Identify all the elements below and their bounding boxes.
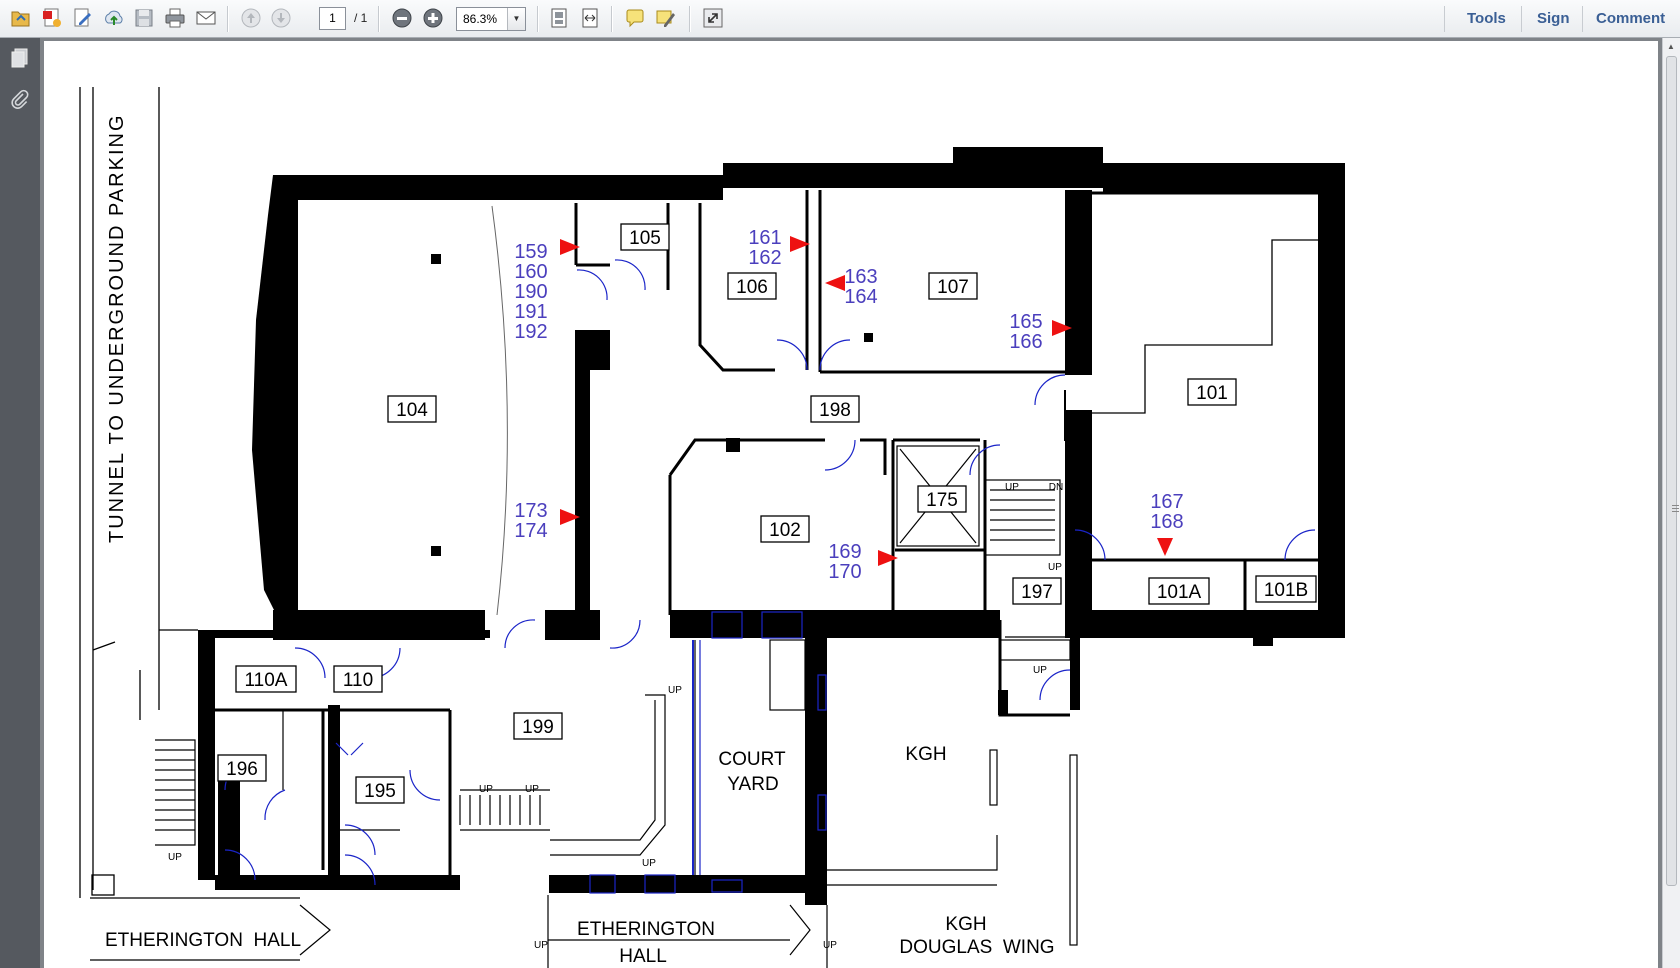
full-screen-icon[interactable] — [700, 5, 726, 31]
upload-icon[interactable] — [101, 5, 127, 31]
room-number: 101 — [1196, 383, 1228, 404]
stair-up-label: UP — [668, 685, 682, 696]
scroll-up-icon[interactable]: ▲ — [1667, 42, 1675, 51]
camera-number: 160 — [514, 261, 547, 283]
tunnel-walls — [79, 87, 198, 898]
fit-width-icon[interactable] — [577, 5, 603, 31]
stair-up-label: UP — [525, 784, 539, 795]
camera-number: 159 — [514, 241, 547, 263]
room-number: 101A — [1157, 582, 1202, 603]
camera-number: 190 — [514, 281, 547, 303]
room-number: 110A — [245, 670, 288, 691]
zoom-in-icon[interactable] — [420, 5, 446, 31]
camera-marker-icon — [825, 275, 845, 291]
camera-number: 168 — [1150, 511, 1183, 533]
etherington-hall-label-2: HALL — [619, 946, 667, 967]
stair-up-label: UP — [168, 852, 182, 863]
court-yard-label-2: YARD — [727, 774, 778, 795]
comment-icon[interactable] — [622, 5, 648, 31]
camera-number: 169 — [828, 541, 861, 563]
stair-up-label: UP — [823, 940, 837, 951]
save-icon[interactable] — [131, 5, 157, 31]
room-number: 101B — [1264, 580, 1308, 601]
stair-dn-label: DN — [1049, 482, 1063, 493]
room-number: 195 — [364, 781, 396, 802]
page-number-input[interactable]: 1 — [319, 7, 346, 30]
print-icon[interactable] — [162, 5, 188, 31]
camera-number: 163 — [844, 266, 877, 288]
court-yard-label: COURT — [718, 749, 786, 770]
kgh-douglas-label-2: DOUGLAS WING — [899, 937, 1054, 958]
room-number: 196 — [226, 759, 258, 780]
room-number: 104 — [396, 400, 428, 421]
page-count: / 1 — [354, 11, 368, 25]
zoom-select[interactable]: 86.3% ▼ — [456, 7, 526, 31]
stair-up-label: UP — [479, 784, 493, 795]
tools-button[interactable]: Tools — [1467, 0, 1506, 38]
kgh-label: KGH — [905, 744, 946, 765]
room-number: 198 — [819, 400, 851, 421]
pdf-viewer-window: 1 / 1 86.3% ▼ Tools Sign Comment TUNNEL … — [0, 0, 1680, 968]
edit-icon[interactable] — [70, 5, 96, 31]
room-number: 199 — [522, 717, 554, 738]
stair-up-label: UP — [534, 940, 548, 951]
stair-up-label: UP — [642, 858, 656, 869]
camera-number: 165 — [1009, 311, 1042, 333]
zoom-value: 86.3% — [463, 12, 498, 26]
room-number: 175 — [926, 490, 958, 511]
zoom-out-icon[interactable] — [389, 5, 415, 31]
next-page-icon[interactable] — [268, 5, 294, 31]
camera-number: 164 — [844, 286, 877, 308]
camera-number: 161 — [748, 227, 781, 249]
stair-up-label: UP — [1005, 482, 1019, 493]
camera-number: 192 — [514, 321, 547, 343]
scrollbar-thumb[interactable] — [1666, 56, 1679, 886]
room-number: 107 — [937, 277, 969, 298]
etherington-hall-left-label: ETHERINGTON HALL — [105, 930, 301, 951]
chevron-down-icon[interactable]: ▼ — [507, 8, 525, 30]
stair-up-label: UP — [1033, 665, 1047, 676]
vertical-scrollbar[interactable]: ▲ — [1662, 38, 1680, 968]
etherington-hall-label: ETHERINGTON — [577, 919, 715, 940]
camera-number: 162 — [748, 247, 781, 269]
room-number: 197 — [1021, 582, 1053, 603]
fit-page-icon[interactable] — [546, 5, 572, 31]
toolbar: 1 / 1 86.3% ▼ Tools Sign Comment — [0, 0, 1680, 38]
previous-page-icon[interactable] — [238, 5, 264, 31]
room-number: 102 — [769, 520, 801, 541]
email-icon[interactable] — [193, 5, 219, 31]
stair-up-label: UP — [1048, 562, 1062, 573]
sign-button[interactable]: Sign — [1537, 0, 1570, 38]
camera-number: 167 — [1150, 491, 1183, 513]
room-number: 110 — [343, 670, 373, 691]
camera-number: 170 — [828, 561, 861, 583]
tunnel-label: TUNNEL TO UNDERGROUND PARKING — [106, 113, 128, 543]
open-icon[interactable] — [8, 5, 34, 31]
create-pdf-icon[interactable] — [39, 5, 65, 31]
camera-number: 174 — [514, 520, 547, 542]
comment-button[interactable]: Comment — [1596, 0, 1665, 38]
camera-number: 191 — [514, 301, 547, 323]
highlight-icon[interactable] — [653, 5, 679, 31]
camera-number: 173 — [514, 500, 547, 522]
floor-plan: TUNNEL TO UNDERGROUND PARKING 104105106 … — [79, 87, 1345, 968]
camera-marker-icon — [1157, 538, 1173, 556]
room-number: 106 — [736, 277, 768, 298]
camera-marker-icon — [878, 550, 898, 566]
camera-number: 166 — [1009, 331, 1042, 353]
kgh-douglas-label: KGH — [945, 914, 986, 935]
room-number: 105 — [629, 228, 661, 249]
